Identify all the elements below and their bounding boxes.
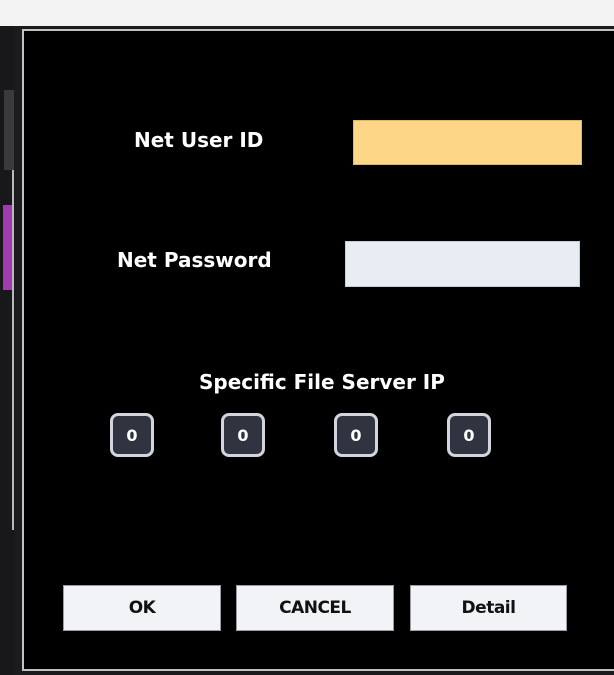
background-accent-gray (4, 90, 14, 170)
screen-top-bezel (0, 0, 614, 26)
net-user-id-label: Net User ID (134, 128, 264, 152)
ok-button[interactable]: OK (63, 585, 221, 631)
file-server-ip-label: Specific File Server IP (199, 370, 445, 394)
net-password-label: Net Password (117, 248, 272, 272)
server-ip-octet-3[interactable]: 0 (334, 413, 378, 457)
detail-button[interactable]: Detail (410, 585, 567, 631)
net-password-field[interactable] (345, 241, 580, 287)
server-ip-octet-4[interactable]: 0 (447, 413, 491, 457)
network-login-dialog: Net User ID Net Password Specific File S… (22, 29, 614, 671)
net-user-id-field[interactable] (353, 120, 582, 165)
server-ip-octet-1[interactable]: 0 (110, 413, 154, 457)
server-ip-octet-2[interactable]: 0 (221, 413, 265, 457)
background-scroll-line (12, 170, 14, 530)
cancel-button[interactable]: CANCEL (236, 585, 394, 631)
